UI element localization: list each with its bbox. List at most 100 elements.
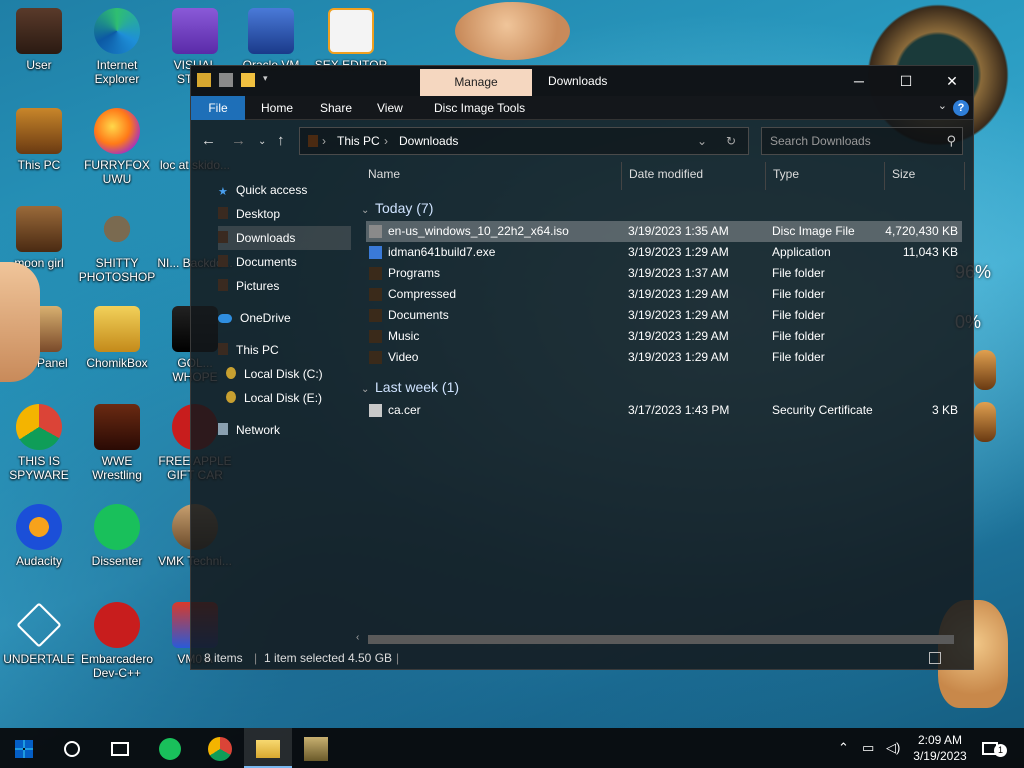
- desktop-icon-internet-explorer[interactable]: Internet Explorer: [78, 8, 156, 86]
- desktop-icon-moon-girl[interactable]: moon girl: [0, 206, 78, 270]
- tab-file[interactable]: File: [191, 96, 245, 120]
- item-count: 8 items: [204, 651, 243, 665]
- notifications-button[interactable]: 1: [982, 728, 1012, 768]
- file-row[interactable]: ca.cer 3/17/2023 1:43 PM Security Certific…: [366, 400, 962, 421]
- desktop-icon-undertale[interactable]: UNDERTALE: [0, 602, 78, 666]
- file-date: 3/19/2023 1:29 AM: [628, 329, 729, 343]
- maximize-button[interactable]: ☐: [883, 66, 929, 96]
- expand-ribbon-icon[interactable]: ⌄: [938, 99, 947, 112]
- horizontal-scrollbar[interactable]: ‹: [356, 632, 966, 646]
- desktop-icon-this-pc[interactable]: This PC: [0, 108, 78, 172]
- desktop-icon-chomikbox[interactable]: ChomikBox: [78, 306, 156, 370]
- network-icon[interactable]: ▭: [862, 728, 874, 768]
- tab-share[interactable]: Share: [308, 96, 364, 120]
- desktop-icon-shitty-photoshop[interactable]: SHITTY PHOTOSHOP: [78, 206, 156, 284]
- file-row[interactable]: Compressed 3/19/2023 1:29 AM File folder: [366, 284, 962, 305]
- search-input[interactable]: Search Downloads ⚲: [761, 127, 963, 155]
- file-type: File folder: [772, 350, 825, 364]
- desktop-icon-spyware[interactable]: THIS IS SPYWARE: [0, 404, 78, 482]
- refresh-icon[interactable]: ↻: [726, 128, 736, 154]
- desktop-icon-audacity[interactable]: Audacity: [0, 504, 78, 568]
- desktop-icon-hex-editor[interactable]: SEX EDITOR: [312, 8, 390, 72]
- up-arrow-icon[interactable]: ↑: [277, 132, 285, 149]
- minimize-button[interactable]: ─: [836, 66, 882, 96]
- column-header-size[interactable]: Size: [885, 162, 965, 190]
- quick-access-toolbar: ▾: [197, 73, 273, 87]
- folder-icon: [369, 309, 382, 322]
- manage-tab[interactable]: Manage: [420, 69, 532, 96]
- breadcrumb-this-pc[interactable]: This PC: [337, 128, 380, 154]
- taskbar-app-dissenter[interactable]: [146, 728, 194, 768]
- desktop-icon-user[interactable]: User: [0, 8, 78, 72]
- scroll-left-icon[interactable]: ‹: [356, 632, 359, 643]
- column-header-type[interactable]: Type: [766, 162, 885, 190]
- task-view-button[interactable]: [96, 728, 144, 768]
- dissenter-icon: [94, 504, 140, 550]
- desktop-icon-furryfox[interactable]: FURRYFOX UWU: [78, 108, 156, 186]
- gear-widget-icon: [974, 402, 996, 442]
- tab-disc-image-tools[interactable]: Disc Image Tools: [422, 96, 537, 120]
- search-button[interactable]: [48, 728, 96, 768]
- file-type: Application: [772, 245, 831, 259]
- explorer-icon[interactable]: [197, 73, 211, 87]
- file-type: File folder: [772, 329, 825, 343]
- folder-icon: [256, 739, 280, 758]
- chevron-down-icon[interactable]: ▾: [263, 73, 273, 87]
- status-bar: 8 items | 1 item selected 4.50 GB |: [191, 646, 973, 670]
- properties-icon[interactable]: [219, 73, 233, 87]
- file-row[interactable]: Programs 3/19/2023 1:37 AM File folder: [366, 263, 962, 284]
- window-title: Downloads: [548, 74, 608, 88]
- drive-icon: [226, 367, 236, 379]
- sidebar-item-downloads[interactable]: Downloads: [218, 226, 351, 250]
- sidebar-item-local-disk-e[interactable]: Local Disk (E:): [226, 386, 322, 410]
- address-bar[interactable]: › This PC › Downloads ⌄ ↻: [299, 127, 749, 155]
- taskbar-app-game[interactable]: [292, 728, 340, 768]
- sidebar-item-quick-access[interactable]: ★ Quick access: [218, 178, 307, 202]
- column-header-name[interactable]: Name: [361, 162, 622, 190]
- sidebar-item-this-pc[interactable]: This PC: [218, 338, 279, 362]
- details-view-icon[interactable]: [929, 652, 941, 664]
- recent-locations-icon[interactable]: ⌄: [258, 136, 266, 147]
- file-row[interactable]: en-us_windows_10_22h2_x64.iso 3/19/2023 1…: [366, 221, 962, 242]
- help-button[interactable]: ?: [953, 100, 969, 116]
- back-arrow-icon[interactable]: ←: [201, 132, 216, 149]
- computer-icon: [218, 343, 228, 355]
- sidebar-item-pictures[interactable]: Pictures: [218, 274, 351, 298]
- sidebar-item-local-disk-c[interactable]: Local Disk (C:): [226, 362, 323, 386]
- show-hidden-icons-button[interactable]: ⌃: [838, 728, 849, 768]
- desktop-icon-wwe[interactable]: WWE Wrestling: [78, 404, 156, 482]
- volume-icon[interactable]: ◁): [886, 728, 900, 768]
- forward-arrow-icon[interactable]: →: [231, 132, 246, 149]
- breadcrumb-downloads[interactable]: Downloads: [399, 128, 458, 154]
- scrollbar-thumb[interactable]: [368, 635, 954, 644]
- clock[interactable]: 2:09 AM 3/19/2023: [900, 732, 980, 764]
- desktop-icon-dissenter[interactable]: Dissenter: [78, 504, 156, 568]
- star-icon: ★: [218, 186, 228, 198]
- navigation-bar: ← → ⌄ ↑ › This PC › Downloads ⌄ ↻ Search…: [191, 124, 973, 158]
- tab-view[interactable]: View: [365, 96, 415, 120]
- sidebar-item-documents[interactable]: Documents: [218, 250, 351, 274]
- dropdown-chevron-icon[interactable]: ⌄: [697, 128, 707, 154]
- desktop-icon-devcpp[interactable]: Embarcadero Dev-C++: [78, 602, 156, 680]
- new-folder-icon[interactable]: [241, 73, 255, 87]
- taskbar-app-file-explorer[interactable]: [244, 728, 292, 768]
- file-row[interactable]: idman641build7.exe 3/19/2023 1:29 AM Appli…: [366, 242, 962, 263]
- file-row[interactable]: Video 3/19/2023 1:29 AM File folder: [366, 347, 962, 368]
- sidebar-item-onedrive[interactable]: OneDrive: [218, 306, 291, 330]
- tab-home[interactable]: Home: [249, 96, 305, 120]
- sidebar-item-network[interactable]: Network: [218, 418, 280, 442]
- group-header-today[interactable]: ⌄ Today (7): [361, 196, 433, 220]
- title-bar[interactable]: ▾ Manage Downloads ─ ☐ ✕: [191, 66, 973, 96]
- sidebar-item-desktop[interactable]: Desktop: [218, 202, 351, 226]
- file-name: Documents: [388, 308, 449, 322]
- group-header-last-week[interactable]: ⌄ Last week (1): [361, 375, 459, 399]
- file-row[interactable]: Documents 3/19/2023 1:29 AM File folder: [366, 305, 962, 326]
- file-row[interactable]: Music 3/19/2023 1:29 AM File folder: [366, 326, 962, 347]
- file-type: File folder: [772, 287, 825, 301]
- search-icon: ⚲: [946, 133, 956, 148]
- desktop-icon-oracle-vm[interactable]: Oracle VM: [232, 8, 310, 72]
- column-header-date-modified[interactable]: Date modified: [622, 162, 766, 190]
- close-button[interactable]: ✕: [929, 66, 975, 96]
- start-button[interactable]: [0, 728, 48, 768]
- taskbar-app-chrome[interactable]: [196, 728, 244, 768]
